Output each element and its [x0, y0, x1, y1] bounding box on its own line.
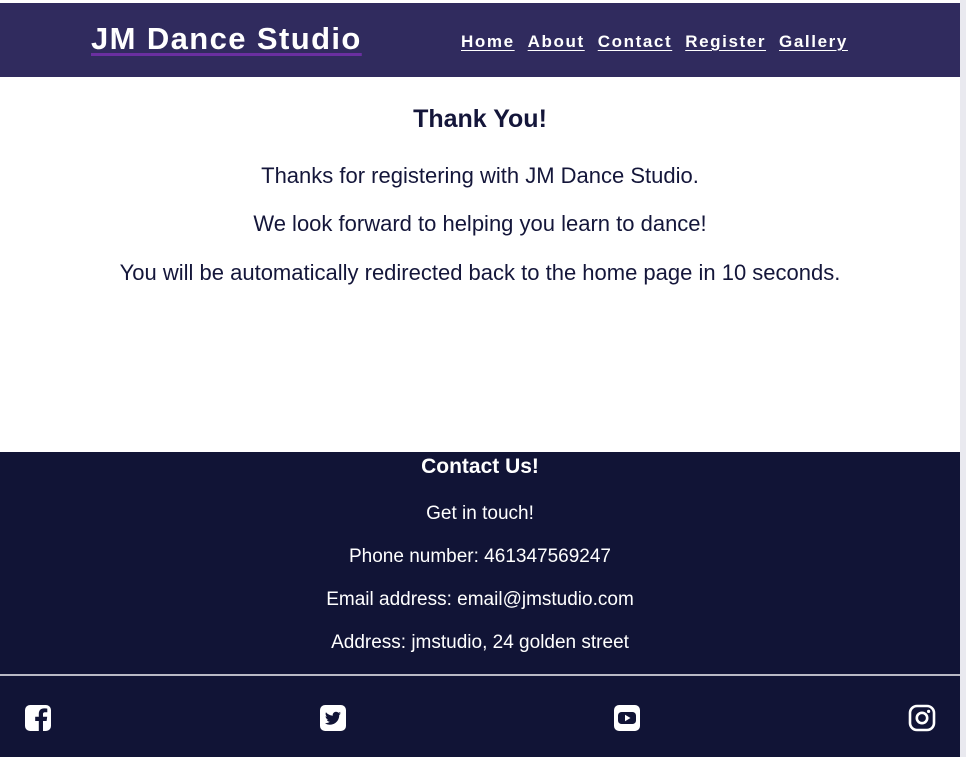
- youtube-icon[interactable]: [613, 704, 641, 732]
- site-footer: Contact Us! Get in touch! Phone number: …: [0, 452, 960, 757]
- redirect-message: You will be automatically redirected bac…: [119, 260, 841, 285]
- contact-address: Address: jmstudio, 24 golden street: [331, 632, 629, 653]
- site-header: JM Dance Studio Home About Contact Regis…: [0, 3, 960, 77]
- thank-you-section: Thank You! Thanks for registering with J…: [0, 77, 960, 452]
- main-nav: Home About Contact Register Gallery: [461, 32, 848, 52]
- contact-email: Email address: email@jmstudio.com: [326, 589, 634, 610]
- contact-phone: Phone number: 461347569247: [348, 546, 611, 567]
- nav-about-link[interactable]: About: [528, 32, 585, 52]
- nav-contact-link[interactable]: Contact: [598, 32, 672, 52]
- page-title: Thank You!: [413, 105, 547, 133]
- instagram-icon[interactable]: [908, 704, 936, 732]
- footer-divider: [0, 674, 960, 676]
- nav-gallery-link[interactable]: Gallery: [779, 32, 848, 52]
- nav-register-link[interactable]: Register: [685, 32, 766, 52]
- thanks-message: Thanks for registering with JM Dance Stu…: [261, 163, 699, 188]
- learn-message: We look forward to helping you learn to …: [253, 211, 707, 236]
- nav-home-link[interactable]: Home: [461, 32, 515, 52]
- contact-heading: Contact Us!: [421, 455, 539, 478]
- brand-logo-link[interactable]: JM Dance Studio: [91, 21, 362, 57]
- twitter-icon[interactable]: [319, 704, 347, 732]
- page: JM Dance Studio Home About Contact Regis…: [0, 0, 966, 757]
- contact-subtitle: Get in touch!: [426, 503, 534, 524]
- facebook-icon[interactable]: [24, 704, 52, 732]
